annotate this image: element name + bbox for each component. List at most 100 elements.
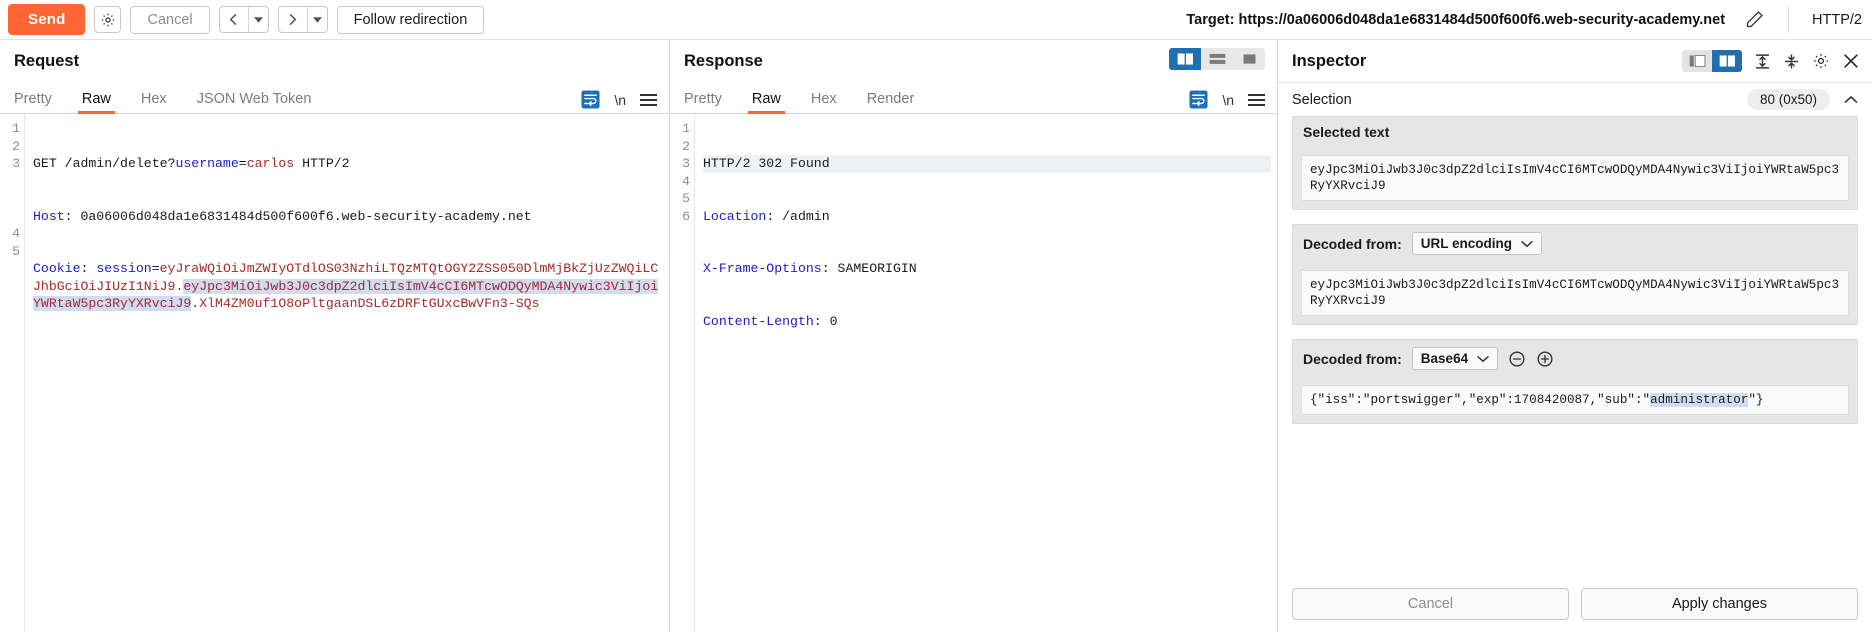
chevron-right-icon bbox=[279, 7, 307, 32]
inspector-right-layout-button[interactable] bbox=[1712, 50, 1742, 72]
gear-icon[interactable] bbox=[1812, 52, 1830, 70]
response-editor[interactable]: 1 2 3 4 5 6 HTTP/2 302 Found Location: /… bbox=[670, 114, 1277, 632]
inspector-layout-toggle bbox=[1682, 50, 1742, 72]
header-sep: : bbox=[821, 261, 838, 276]
header-sep: : bbox=[80, 261, 97, 276]
response-line-5 bbox=[703, 365, 1271, 383]
forward-dropdown-caret-icon[interactable] bbox=[306, 7, 327, 32]
tab-request-hex[interactable]: Hex bbox=[141, 91, 167, 113]
request-line-3: Cookie: session=eyJraWQiOiJmZWIyOTdlOS03… bbox=[33, 260, 663, 313]
word-wrap-icon[interactable] bbox=[1189, 90, 1208, 109]
back-button[interactable] bbox=[218, 6, 269, 33]
tab-response-raw[interactable]: Raw bbox=[747, 91, 785, 114]
selected-text-heading: Selected text bbox=[1293, 117, 1857, 147]
request-param-value: carlos bbox=[246, 156, 295, 171]
header-value-location: /admin bbox=[782, 208, 830, 224]
newline-toggle-icon[interactable]: \n bbox=[1222, 92, 1234, 108]
line-number: 6 bbox=[682, 208, 690, 224]
send-button[interactable]: Send bbox=[8, 4, 86, 35]
decoded-base64-card: Decoded from: Base64 {"iss":"portswigger… bbox=[1292, 339, 1858, 424]
request-editor[interactable]: 1 2 3 4 5 GET /admin/delete?username=car… bbox=[0, 114, 669, 632]
follow-redirection-button[interactable]: Follow redirection bbox=[336, 5, 485, 34]
cookie-name-session: session bbox=[96, 261, 152, 276]
decoded-url-body: eyJpc3MiOiJwb3J0c3dpZ2dlciIsImV4cCI6MTcw… bbox=[1293, 262, 1857, 324]
response-line-3: X-Frame-Options: SAMEORIGIN bbox=[703, 260, 1271, 278]
selected-text-value[interactable]: eyJpc3MiOiJwb3J0c3dpZ2dlciIsImV4cCI6MTcw… bbox=[1301, 155, 1849, 201]
decoded-url-select[interactable]: URL encoding bbox=[1411, 232, 1543, 255]
tab-response-pretty[interactable]: Pretty bbox=[684, 91, 722, 113]
inspector-pane: Inspector Selection 80 (0x50) Selected t… bbox=[1278, 40, 1872, 632]
tab-response-render[interactable]: Render bbox=[867, 91, 915, 113]
plus-circle-icon[interactable] bbox=[1536, 350, 1554, 368]
selected-text-body: eyJpc3MiOiJwb3J0c3dpZ2dlciIsImV4cCI6MTcw… bbox=[1293, 147, 1857, 209]
collapse-all-icon[interactable] bbox=[1783, 53, 1800, 70]
line-number: 2 bbox=[12, 138, 20, 154]
header-value-content-length: 0 bbox=[829, 313, 838, 329]
chevron-up-icon[interactable] bbox=[1844, 95, 1858, 104]
header-value-x-frame-options: SAMEORIGIN bbox=[837, 261, 917, 276]
layout-split-vertical-button[interactable] bbox=[1169, 48, 1201, 70]
header-sep: : bbox=[766, 208, 783, 224]
request-tabs: Pretty Raw Hex JSON Web Token \n bbox=[0, 82, 669, 114]
inspector-header: Inspector bbox=[1278, 40, 1872, 82]
header-sep: : bbox=[813, 313, 830, 329]
selection-label: Selection bbox=[1292, 91, 1352, 108]
tab-request-json-web-token[interactable]: JSON Web Token bbox=[197, 91, 312, 113]
expand-all-icon[interactable] bbox=[1754, 53, 1771, 70]
hamburger-menu-icon[interactable] bbox=[1248, 93, 1265, 106]
apply-changes-button[interactable]: Apply changes bbox=[1581, 588, 1858, 620]
layout-single-pane-button[interactable] bbox=[1233, 48, 1265, 70]
decoded-url-card: Decoded from: URL encoding eyJpc3MiOiJwb… bbox=[1292, 224, 1858, 325]
header-name-x-frame-options: X-Frame-Options bbox=[703, 261, 822, 276]
jwt-signature-segment: XlM4ZM0uf1O8oPltgaanDSL6zDRFtGUxcBwVFn3-… bbox=[199, 296, 540, 311]
decoded-base64-select[interactable]: Base64 bbox=[1411, 347, 1499, 370]
layout-split-horizontal-button[interactable] bbox=[1201, 48, 1233, 70]
newline-toggle-icon[interactable]: \n bbox=[614, 92, 626, 108]
line-number: 5 bbox=[12, 243, 20, 259]
layout-toggle-group bbox=[1169, 48, 1265, 70]
decoded-base64-header: Decoded from: Base64 bbox=[1293, 340, 1857, 377]
decoded-url-selected-option: URL encoding bbox=[1420, 236, 1513, 251]
request-path: /admin/delete? bbox=[64, 156, 176, 171]
decoded-base64-value-highlight: administrator bbox=[1650, 393, 1749, 407]
decoded-base64-heading-label: Decoded from: bbox=[1303, 350, 1402, 367]
request-code[interactable]: GET /admin/delete?username=carlos HTTP/2… bbox=[24, 114, 669, 632]
inspector-left-layout-button[interactable] bbox=[1682, 50, 1712, 72]
decoded-base64-value-prefix: {"iss":"portswigger","exp":1708420087,"s… bbox=[1310, 393, 1651, 407]
line-number: 3 bbox=[12, 156, 20, 171]
request-param-name: username bbox=[175, 156, 239, 171]
pencil-icon[interactable] bbox=[1744, 9, 1765, 30]
response-line-6 bbox=[703, 418, 1271, 436]
tab-request-raw[interactable]: Raw bbox=[77, 91, 115, 114]
selection-section-header[interactable]: Selection 80 (0x50) bbox=[1278, 82, 1872, 116]
tab-response-hex[interactable]: Hex bbox=[811, 91, 837, 113]
selected-text-card: Selected text eyJpc3MiOiJwb3J0c3dpZ2dlci… bbox=[1292, 116, 1858, 210]
panes-container: Request Pretty Raw Hex JSON Web Token \n bbox=[0, 40, 1872, 632]
cancel-button[interactable]: Cancel bbox=[1292, 588, 1569, 620]
response-title: Response bbox=[684, 51, 763, 70]
hamburger-menu-icon[interactable] bbox=[640, 93, 657, 106]
response-tabs: Pretty Raw Hex Render \n bbox=[670, 82, 1277, 114]
cancel-button[interactable]: Cancel bbox=[130, 5, 210, 34]
header-name-host: Host bbox=[33, 208, 65, 224]
back-dropdown-caret-icon[interactable] bbox=[247, 7, 268, 32]
line-number: 4 bbox=[682, 173, 690, 189]
header-name-cookie: Cookie bbox=[33, 261, 81, 276]
target-url-label: Target: https://0a06006d048da1e6831484d5… bbox=[1186, 11, 1726, 28]
minus-circle-icon[interactable] bbox=[1508, 350, 1526, 368]
forward-button[interactable] bbox=[277, 6, 328, 33]
word-wrap-icon[interactable] bbox=[581, 90, 600, 109]
decoded-url-value[interactable]: eyJpc3MiOiJwb3J0c3dpZ2dlciIsImV4cCI6MTcw… bbox=[1301, 270, 1849, 316]
close-icon[interactable] bbox=[1842, 52, 1860, 70]
tab-request-pretty[interactable]: Pretty bbox=[14, 91, 52, 113]
response-header: Response bbox=[670, 40, 1277, 82]
response-code[interactable]: HTTP/2 302 Found Location: /admin X-Fram… bbox=[694, 114, 1277, 632]
header-name-location: Location bbox=[703, 208, 767, 224]
gear-icon[interactable] bbox=[94, 6, 122, 33]
line-number: 3 bbox=[682, 156, 690, 171]
decoded-base64-value[interactable]: {"iss":"portswigger","exp":1708420087,"s… bbox=[1301, 385, 1849, 415]
response-line-2: Location: /admin bbox=[703, 208, 1271, 226]
request-title: Request bbox=[14, 51, 80, 70]
response-status-line: HTTP/2 302 Found bbox=[703, 156, 830, 171]
header-value-host: 0a06006d048da1e6831484d500f600f6.web-sec… bbox=[80, 208, 532, 224]
